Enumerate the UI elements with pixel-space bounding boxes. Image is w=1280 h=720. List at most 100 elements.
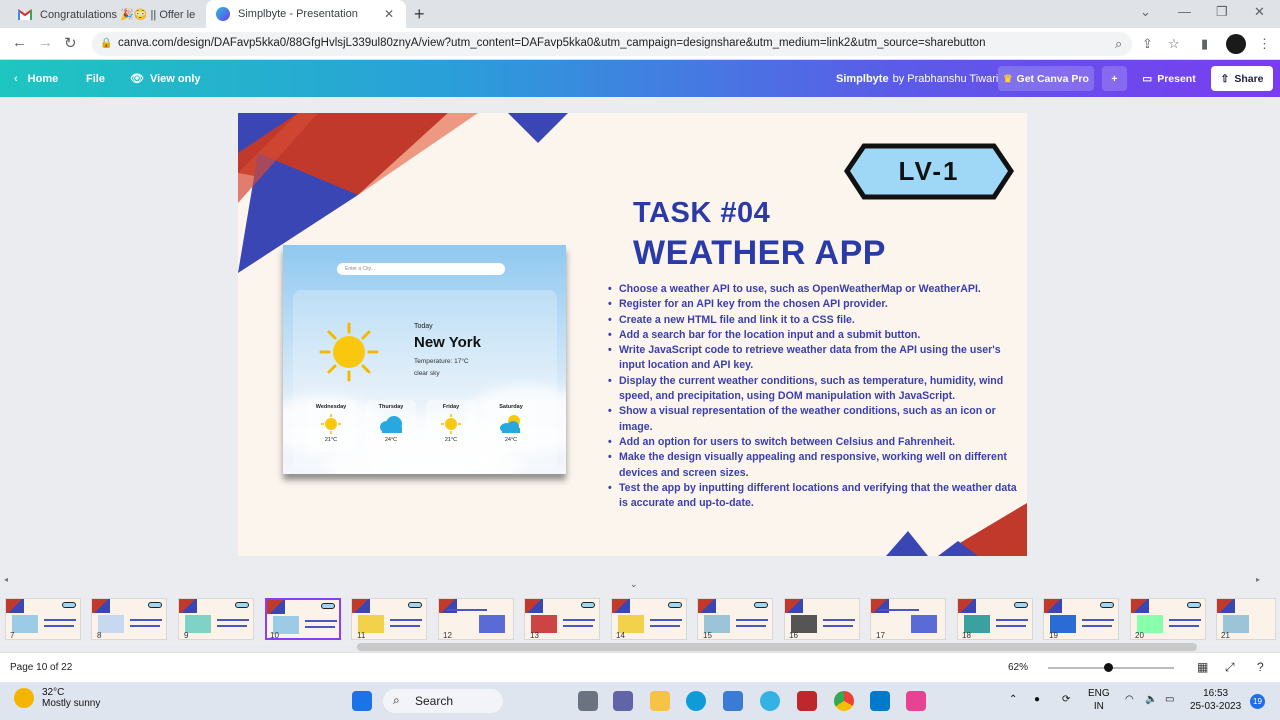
task-view-icon[interactable] [578, 691, 598, 711]
bookmark-star-icon[interactable]: ☆ [1168, 36, 1180, 52]
notification-badge[interactable]: 19 [1250, 694, 1265, 709]
filmstrip-scrollbar[interactable] [357, 643, 1197, 651]
back-icon[interactable]: ← [12, 34, 27, 51]
edge-icon[interactable] [686, 691, 706, 711]
store-icon[interactable] [723, 691, 743, 711]
get-canva-pro-button[interactable]: ♛ Get Canva Pro [998, 66, 1094, 91]
snipping-tool-icon[interactable] [906, 691, 926, 711]
new-tab-button[interactable]: + [414, 4, 425, 25]
forecast-card: Friday 21°C [426, 400, 476, 452]
cloud-icon [366, 413, 416, 435]
battery-icon[interactable]: ▭ [1165, 693, 1174, 706]
zoom-slider-handle[interactable] [1104, 663, 1113, 672]
help-icon[interactable]: ? [1257, 660, 1264, 674]
browser-menu-icon[interactable]: ⋮ [1258, 36, 1271, 52]
zoom-level[interactable]: 62% [1008, 662, 1028, 673]
teams-icon[interactable] [613, 691, 633, 711]
show-hidden-icons-icon[interactable]: ⌃ [1009, 693, 1017, 706]
tray-sync-icon[interactable]: ⟳ [1062, 693, 1070, 706]
forecast-day: Friday [442, 404, 460, 410]
sun-icon [306, 413, 356, 435]
volume-icon[interactable]: 🔈 [1145, 693, 1157, 706]
task-title: WEATHER APP [633, 234, 886, 272]
mcafee-icon[interactable] [797, 691, 817, 711]
scroll-left-icon[interactable]: ◂ [4, 575, 8, 584]
tab-title: Simplbyte - Presentation [238, 8, 358, 20]
sun-icon [319, 322, 379, 382]
reload-icon[interactable]: ↻ [64, 34, 77, 52]
forward-icon[interactable]: → [38, 34, 53, 51]
windows-taskbar: 32°C Mostly sunny Search ⌕ ⌃ ● ⟳ ENG IN … [0, 682, 1280, 720]
lock-icon[interactable]: 🔒 [100, 38, 112, 49]
window-close-icon[interactable]: ✕ [1254, 4, 1265, 20]
page-number: 19 [1049, 631, 1058, 640]
wifi-icon[interactable]: ◠ [1125, 693, 1134, 706]
forecast-temp: 24°C [384, 437, 398, 443]
page-number: 9 [184, 631, 189, 640]
page-thumbnail[interactable] [178, 598, 254, 640]
browser-tab-canva[interactable]: Simplbyte - Presentation ✕ [206, 0, 406, 28]
get-pro-label: Get Canva Pro [1016, 72, 1089, 85]
forecast-day: Thursday [378, 404, 404, 410]
page-number: 21 [1221, 631, 1230, 640]
page-number: 18 [962, 631, 971, 640]
weather-desc: Mostly sunny [42, 698, 101, 709]
list-item: Choose a weather API to use, such as Ope… [605, 282, 1020, 298]
windows-start-icon[interactable] [352, 691, 372, 711]
fullscreen-icon[interactable]: ⤢ [1225, 660, 1235, 675]
page-number: 20 [1135, 631, 1144, 640]
present-icon: ▭ [1142, 72, 1153, 85]
language-indicator[interactable]: ENG IN [1088, 687, 1110, 713]
share-page-icon[interactable]: ⇪ [1142, 36, 1153, 52]
add-button[interactable]: + [1102, 66, 1127, 91]
side-panel-icon[interactable]: ▮ [1201, 36, 1208, 52]
page-number: 16 [789, 631, 798, 640]
page-number: 12 [443, 631, 452, 640]
tab-search-icon[interactable]: ⌄ [1140, 4, 1151, 20]
settings-icon[interactable] [760, 691, 780, 711]
grid-view-icon[interactable]: ▦ [1197, 660, 1208, 674]
list-item: Show a visual representation of the weat… [605, 404, 1020, 435]
present-button[interactable]: ▭ Present [1134, 66, 1204, 91]
file-explorer-icon[interactable] [650, 691, 670, 711]
page-thumbnail[interactable] [5, 598, 81, 640]
browser-tab-gmail[interactable]: Congratulations 🎉😳 || Offer le [8, 0, 206, 28]
scroll-right-icon[interactable]: ▸ [1256, 575, 1260, 584]
view-only-button[interactable]: 👁 View only [130, 60, 201, 97]
profile-avatar[interactable] [1226, 34, 1246, 54]
page-number: 13 [530, 631, 539, 640]
file-label: File [86, 72, 105, 85]
list-item: Add an option for users to switch betwee… [605, 435, 1020, 451]
date: 25-03-2023 [1190, 701, 1242, 712]
file-menu-button[interactable]: File [86, 60, 105, 97]
zoom-lens-icon[interactable]: ⌕ [1115, 36, 1122, 52]
taskbar-weather-widget[interactable]: 32°C Mostly sunny [14, 687, 100, 709]
page-number: 7 [10, 631, 15, 640]
clock[interactable]: 16:53 25-03-2023 [1190, 687, 1241, 713]
forecast-temp: 21°C [324, 437, 338, 443]
share-button[interactable]: ⇧ Share [1211, 66, 1273, 91]
page-thumbnail[interactable] [91, 598, 167, 640]
page-number: 17 [876, 631, 885, 640]
home-label: Home [27, 72, 59, 85]
tray-app-icon[interactable]: ● [1034, 693, 1040, 706]
list-item: Display the current weather conditions, … [605, 374, 1020, 405]
chrome-icon[interactable] [834, 691, 854, 711]
weather-app-preview: Enter a City... Today New York Temperatu… [283, 245, 566, 474]
taskbar-search[interactable]: Search [383, 689, 503, 713]
plus-icon: + [1111, 72, 1118, 85]
address-bar-row: ← → ↻ canva.com/design/DAFavp5kka0/88Gfg… [0, 28, 1280, 60]
region-label: IN [1093, 701, 1104, 712]
city-search-input: Enter a City... [337, 263, 505, 275]
forecast-day: Wednesday [315, 404, 347, 410]
minimize-icon[interactable]: — [1178, 4, 1191, 19]
url-field[interactable]: canva.com/design/DAFavp5kka0/88GfgHvlsjL… [92, 32, 1132, 56]
page-number: 14 [616, 631, 625, 640]
forecast-card: Thursday 24°C [366, 400, 416, 452]
home-button[interactable]: ‹ Home [14, 60, 58, 97]
forecast-card: Saturday 24°C [486, 400, 536, 452]
list-item: Write JavaScript code to retrieve weathe… [605, 343, 1020, 374]
maximize-icon[interactable]: ❐ [1216, 4, 1228, 20]
vscode-icon[interactable] [870, 691, 890, 711]
close-tab-icon[interactable]: ✕ [382, 7, 396, 21]
